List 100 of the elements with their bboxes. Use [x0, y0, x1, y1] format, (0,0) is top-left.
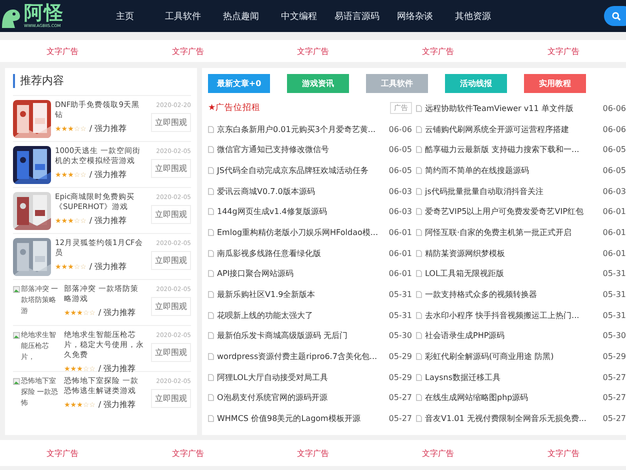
text-ad-link[interactable]: 文字广告	[376, 448, 501, 458]
logo-title: 阿怪	[24, 3, 64, 23]
text-ad-link[interactable]: 文字广告	[125, 448, 250, 458]
article-date: 05-31	[388, 310, 412, 320]
search-button[interactable]	[604, 6, 626, 26]
article-link[interactable]: 144g网页生成v1.4修复版源码	[217, 206, 386, 218]
article-link[interactable]: 社会语录生成PHP源码	[425, 330, 600, 342]
text-ad-link[interactable]: 文字广告	[0, 448, 126, 458]
article-link[interactable]: LOL工具箱无限视距版	[425, 268, 600, 280]
nav-link[interactable]: 其他资源	[444, 10, 502, 22]
article-link[interactable]: 爱奇艺VIP5以上用户可免费发爱奇艺VIP红包	[425, 206, 600, 218]
recommend-tag: / 强力推荐	[89, 169, 127, 180]
article-link[interactable]: 去水印小程序 快手抖音视频搬运工上热门...	[425, 310, 600, 321]
document-icon	[416, 104, 422, 112]
text-ad-link[interactable]: 文字广告	[250, 448, 376, 458]
article-link[interactable]: 远程协助软件TeamViewer v11 单文件版	[425, 102, 600, 114]
document-icon	[208, 166, 214, 174]
recommend-tag: / 强力推荐	[98, 363, 136, 374]
document-icon	[416, 146, 422, 154]
article-link[interactable]: 花呗新上线的功能太强大了	[217, 310, 386, 321]
nav-link[interactable]: 网络杂谈	[386, 10, 444, 22]
document-icon	[416, 126, 422, 133]
article-link[interactable]: API接口聚合网站源码	[217, 268, 386, 280]
document-icon	[208, 188, 214, 195]
article-link[interactable]: 京东白条新用户0.01元购买3个月爱奇艺黄...	[217, 124, 386, 135]
text-ad-link[interactable]: 文字广告	[0, 46, 126, 56]
pinned-ad-link[interactable]: ★广告位招租	[208, 102, 387, 114]
article-link[interactable]: 简约而不简单的在线搜题源码	[425, 164, 600, 176]
article-date: 06-01	[388, 269, 412, 278]
article-link[interactable]: 彩虹代刷全解源码(可商业用途 防黑)	[425, 351, 600, 362]
article-date: 05-27	[602, 393, 626, 402]
nav-link[interactable]: 热点趣闻	[212, 10, 270, 22]
article-date: 06-06	[602, 104, 626, 113]
article-link[interactable]: 酷享磁力云最新版 支持磁力搜索下载和一...	[425, 144, 600, 156]
article-link[interactable]: js代码批量批量自动取消抖音关注	[425, 186, 600, 197]
document-icon	[416, 188, 422, 195]
article-link[interactable]: 精防某资源网织梦模板	[425, 248, 600, 259]
document-icon	[416, 394, 422, 402]
document-icon	[416, 250, 422, 257]
text-ad-link[interactable]: 文字广告	[376, 46, 501, 56]
broken-image-icon	[13, 332, 20, 339]
document-icon	[416, 228, 422, 236]
document-icon	[208, 332, 214, 340]
article-link[interactable]: 音友V1.01 无视付费限制全网音乐无损免费...	[425, 413, 600, 424]
recommend-tag: / 强力推荐	[89, 261, 127, 272]
article-date: 06-05	[388, 145, 412, 154]
view-button[interactable]: 立即围观	[151, 389, 191, 408]
view-button[interactable]: 立即围观	[151, 251, 191, 270]
recommend-tag: / 强力推荐	[98, 399, 136, 410]
article-link[interactable]: WHMCS 价值98美元的Lagom模板开源	[217, 413, 386, 424]
nav-link[interactable]: 工具软件	[154, 10, 212, 22]
article-date: 06-03	[388, 186, 412, 196]
article-link[interactable]: 阿怪互联·自家的免费主机第一批正式开启	[425, 226, 600, 238]
article-link[interactable]: wordpress资源付费主题ripro6.7含美化包...	[217, 351, 386, 362]
document-icon	[208, 394, 214, 402]
article-date: 05-29	[388, 352, 412, 362]
article-link[interactable]: 云铺购代刷网系统全开源可运营程序搭建	[425, 124, 600, 135]
document-icon	[416, 270, 422, 278]
article-date: 05-27	[602, 414, 626, 424]
article-date: 05-31	[602, 290, 626, 300]
search-icon	[612, 12, 621, 20]
article-link[interactable]: Laysns数据迁移工具	[425, 372, 600, 383]
text-ad-link[interactable]: 文字广告	[500, 46, 626, 56]
text-ad-link[interactable]: 文字广告	[250, 46, 376, 56]
article-date: 06-01	[602, 207, 626, 216]
article-link[interactable]: 南瓜影视多线路任意看绿化版	[217, 248, 386, 259]
article-date: 05-27	[388, 393, 412, 402]
article-link[interactable]: 在线生成网站缩略图php源码	[425, 392, 600, 404]
article-link[interactable]: 爱讯云商城V0.7.0版本源码	[217, 186, 386, 197]
view-button[interactable]: 立即围观	[151, 113, 191, 132]
document-icon	[416, 332, 422, 340]
document-icon	[416, 312, 422, 319]
article-date: 06-03	[388, 207, 412, 216]
article-link[interactable]: JS代码全自动完成京东品牌狂欢城活动任务	[217, 164, 386, 176]
article-date: 05-29	[602, 352, 626, 362]
article-link[interactable]: 最新乐购社区V1.9全新版本	[217, 289, 386, 300]
article-link[interactable]: Emlog重构精仿老版小刀娱乐网HFoldao模...	[217, 226, 386, 238]
article-link[interactable]: 微信官方通知已支持修改微信号	[217, 144, 386, 156]
article-date: 05-27	[388, 414, 412, 424]
article-date: 05-29	[388, 372, 412, 382]
article-link[interactable]: 最新伯乐发卡商城高级版源码 无后门	[217, 330, 386, 342]
text-ad-link[interactable]: 文字广告	[125, 46, 250, 56]
view-button[interactable]: 立即围观	[151, 159, 191, 178]
document-icon	[208, 312, 214, 319]
article-date: 06-01	[602, 228, 626, 237]
document-icon	[416, 353, 422, 360]
nav-link[interactable]: 易语言源码	[328, 10, 386, 22]
nav-link[interactable]: 主页	[96, 10, 154, 22]
view-button[interactable]: 立即围观	[151, 343, 191, 362]
article-link[interactable]: 一款支持格式众多的视频转换器	[425, 289, 600, 300]
article-link[interactable]: O泡易支付系统官网的源码开源	[217, 392, 386, 404]
view-button[interactable]: 立即围观	[151, 297, 191, 316]
document-icon	[208, 291, 214, 298]
article-date: 06-06	[388, 124, 412, 134]
view-button[interactable]: 立即围观	[151, 205, 191, 224]
document-icon	[416, 415, 422, 422]
text-ad-link[interactable]: 文字广告	[500, 448, 626, 458]
article-date: 06-01	[388, 228, 412, 237]
nav-link[interactable]: 中文编程	[270, 10, 328, 22]
article-link[interactable]: 阿狸LOL大厅自动接受对局工具	[217, 372, 386, 383]
